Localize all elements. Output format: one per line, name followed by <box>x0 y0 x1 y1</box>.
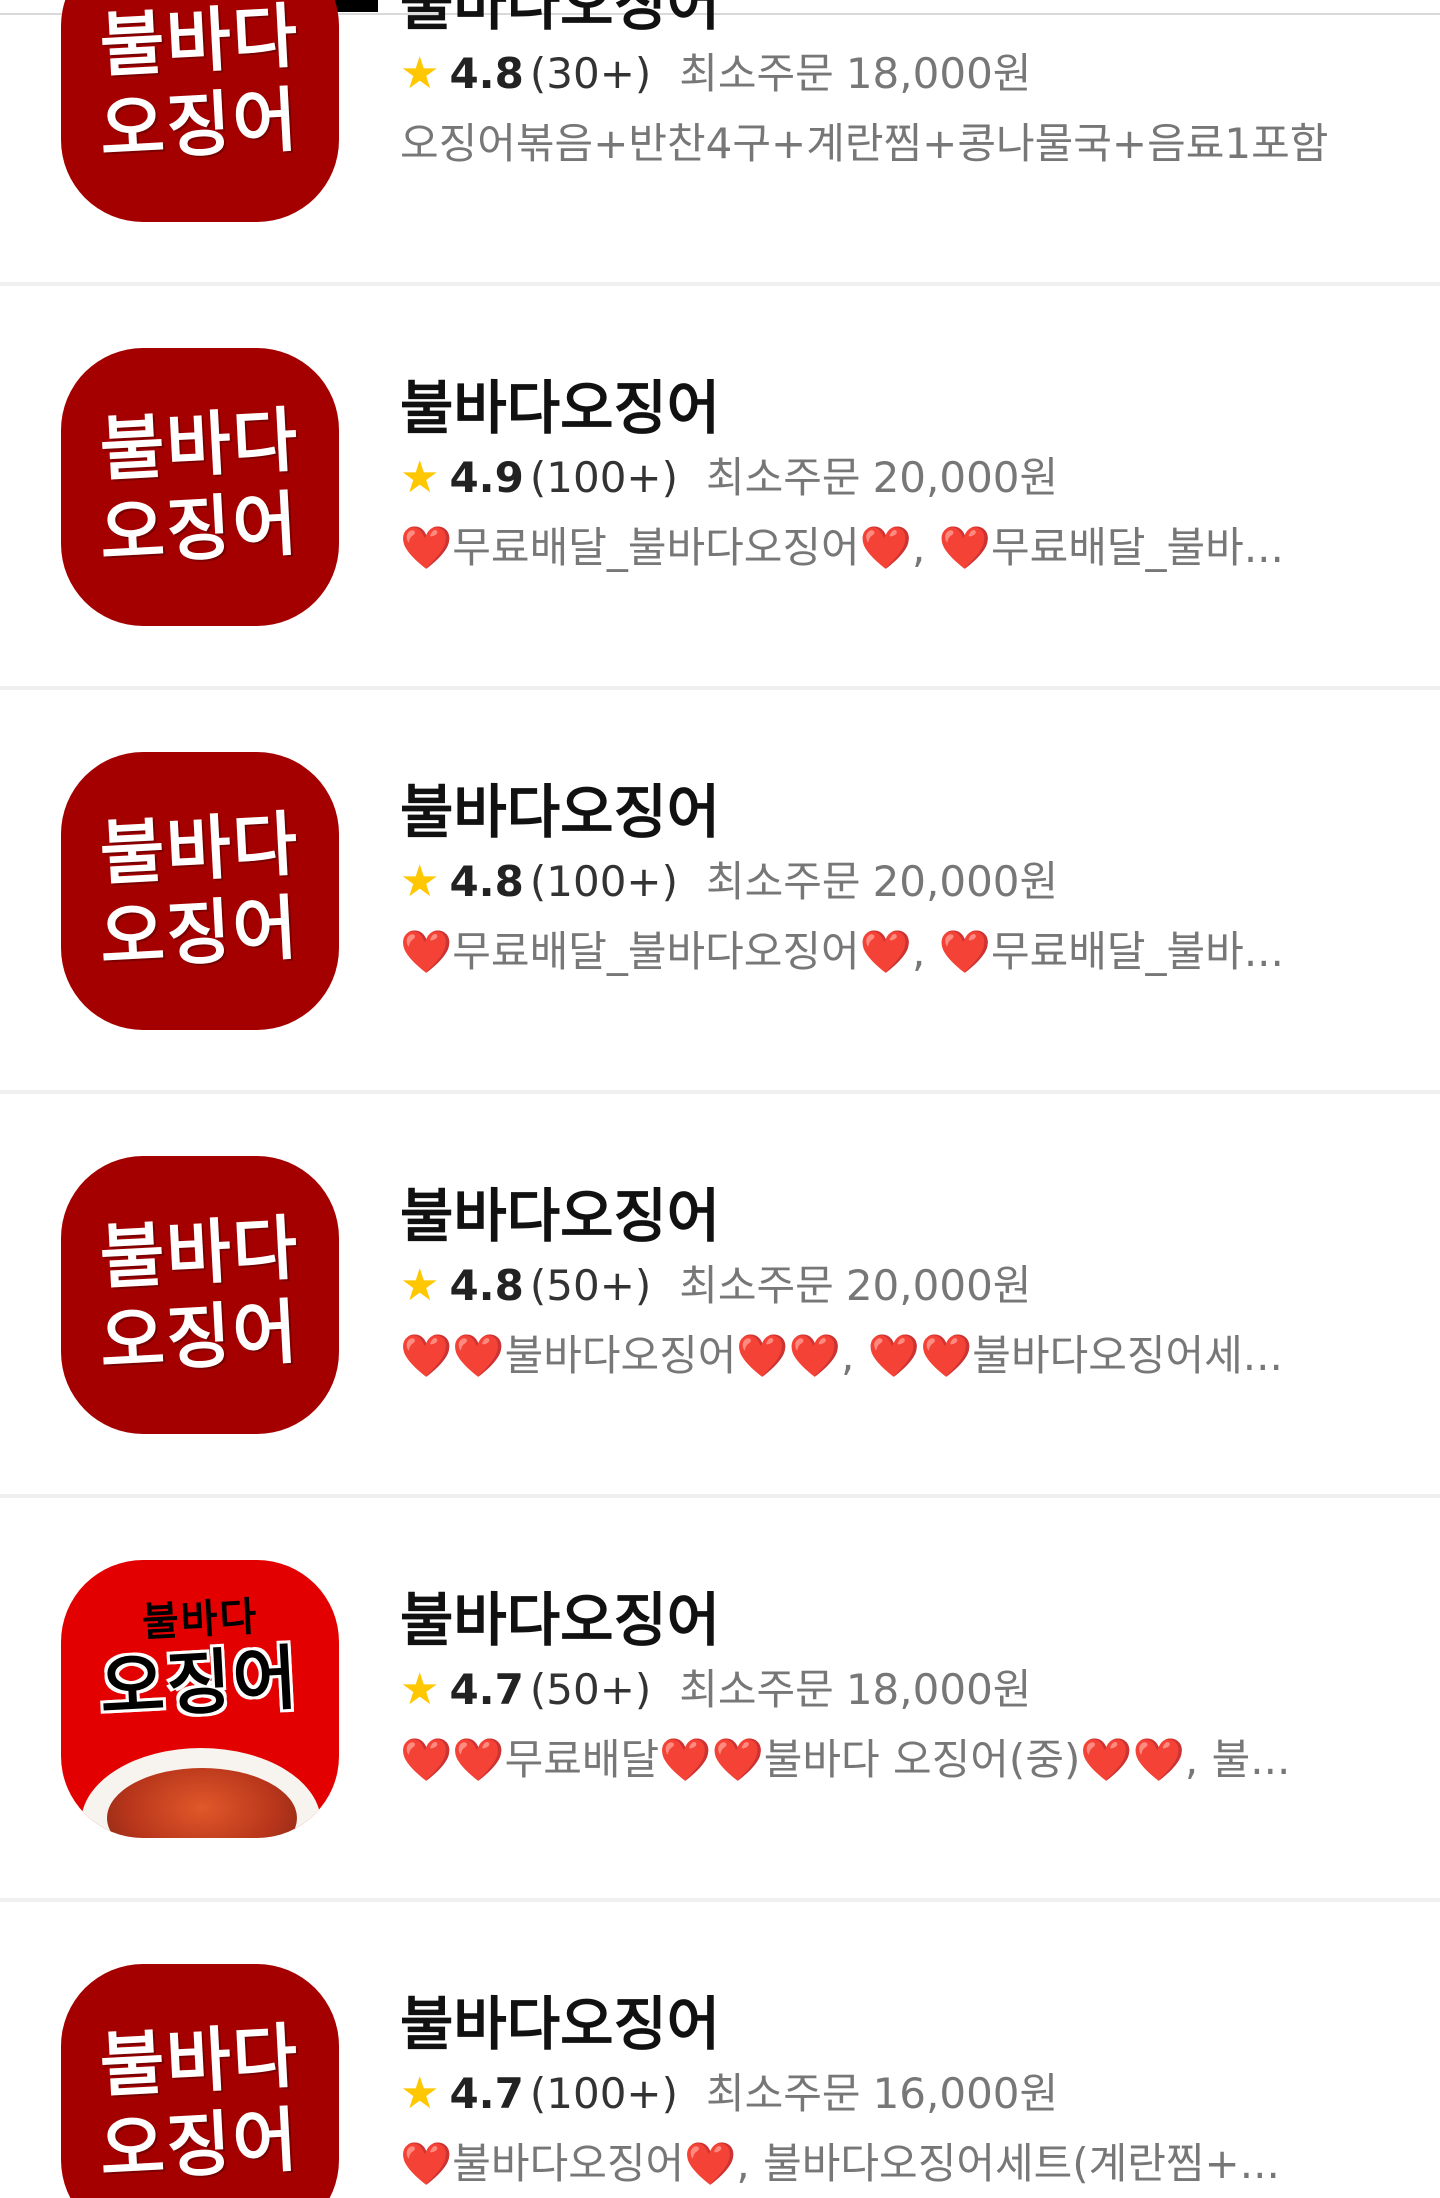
store-meta: ★ 4.9 (100+) 최소주문 20,000원 <box>400 450 1410 506</box>
rating-value: 4.9 <box>449 453 524 502</box>
menu-summary: ❤️불바다오징어❤️, 불바다오징어세트(계란찜+... <box>400 2139 1280 2188</box>
review-count: (100+) <box>529 453 678 502</box>
store-name: 불바다오징어 <box>400 1182 721 1250</box>
store-meta: ★ 4.8 (50+) 최소주문 20,000원 <box>400 1258 1410 1314</box>
menu-summary: 오징어볶음+반찬4구+계란찜+콩나물국+음료1포함 <box>400 119 1329 168</box>
logo-text-line1: 불바다 <box>98 801 302 896</box>
review-count: (100+) <box>529 2069 678 2118</box>
store-name: 불바다오징어 <box>400 1586 721 1654</box>
store-logo: 불바다 오징어 <box>61 1964 339 2198</box>
rating-value: 4.7 <box>449 2069 524 2118</box>
min-order-value: 20,000원 <box>845 1261 1032 1310</box>
store-list-item[interactable]: 불바다 오징어 불바다오징어 ★ 4.7 (100+) 최소주문 16,000원… <box>0 1902 1440 2198</box>
store-meta: ★ 4.7 (100+) 최소주문 16,000원 <box>400 2066 1410 2122</box>
review-count: (50+) <box>529 1665 652 1714</box>
store-meta: ★ 4.7 (50+) 최소주문 18,000원 <box>400 1662 1410 1718</box>
min-order-value: 16,000원 <box>872 2069 1059 2118</box>
logo-text-line1: 불바다 <box>98 2013 302 2108</box>
store-info: 불바다오징어 ★ 4.7 (100+) 최소주문 16,000원 ❤️불바다오징… <box>400 1988 1410 2192</box>
store-logo: 불바다 오징어 <box>61 1560 339 1838</box>
review-count: (50+) <box>529 1261 652 1310</box>
star-icon: ★ <box>400 452 440 503</box>
min-order-value: 18,000원 <box>845 1665 1032 1714</box>
min-order-label: 최소주문 <box>706 2069 861 2118</box>
store-logo: 불바다 오징어 <box>61 348 339 626</box>
store-info: 불바다오징어 ★ 4.8 (30+) 최소주문 18,000원 오징어볶음+반찬… <box>400 0 1410 172</box>
min-order-label: 최소주문 <box>679 49 834 98</box>
review-count: (100+) <box>529 857 678 906</box>
logo-text-line2: 오징어 <box>98 1289 302 1384</box>
logo-text-line2: 오징어 <box>98 2097 302 2192</box>
star-icon: ★ <box>400 2068 440 2119</box>
logo-text-line1: 불바다 <box>98 1205 302 1300</box>
store-logo: 불바다 오징어 <box>61 0 339 222</box>
menu-summary: ❤️❤️불바다오징어❤️❤️, ❤️❤️불바다오징어세... <box>400 1331 1283 1380</box>
store-name: 불바다오징어 <box>400 1990 721 2058</box>
min-order-label: 최소주문 <box>679 1261 834 1310</box>
store-name: 불바다오징어 <box>400 0 721 38</box>
min-order-label: 최소주문 <box>706 857 861 906</box>
store-logo: 불바다 오징어 <box>61 1156 339 1434</box>
logo-text-line2: 오징어 <box>98 481 302 576</box>
min-order-value: 20,000원 <box>872 857 1059 906</box>
rating-value: 4.7 <box>449 1665 524 1714</box>
star-icon: ★ <box>400 1664 440 1715</box>
store-info: 불바다오징어 ★ 4.8 (50+) 최소주문 20,000원 ❤️❤️불바다오… <box>400 1180 1410 1384</box>
logo-text-line2: 오징어 <box>98 885 302 980</box>
store-list-item[interactable]: 불바다 오징어 불바다오징어 ★ 4.8 (50+) 최소주문 20,000원 … <box>0 1094 1440 1498</box>
rating-value: 4.8 <box>449 1261 524 1310</box>
store-meta: ★ 4.8 (30+) 최소주문 18,000원 <box>400 46 1410 102</box>
star-icon: ★ <box>400 1260 440 1311</box>
logo-text-line2: 오징어 <box>98 1635 302 1730</box>
menu-summary: ❤️무료배달_불바다오징어❤️, ❤️무료배달_불바... <box>400 523 1284 572</box>
store-info: 불바다오징어 ★ 4.8 (100+) 최소주문 20,000원 ❤️무료배달_… <box>400 776 1410 980</box>
store-list-item[interactable]: 불바다 오징어 불바다오징어 ★ 4.7 (50+) 최소주문 18,000원 … <box>0 1498 1440 1902</box>
menu-summary: ❤️❤️무료배달❤️❤️불바다 오징어(중)❤️❤️, 불... <box>400 1735 1291 1784</box>
store-info: 불바다오징어 ★ 4.9 (100+) 최소주문 20,000원 ❤️무료배달_… <box>400 372 1410 576</box>
store-list-item[interactable]: 불바다 오징어 불바다오징어 ★ 4.8 (100+) 최소주문 20,000원… <box>0 690 1440 1094</box>
rating-value: 4.8 <box>449 857 524 906</box>
min-order-value: 20,000원 <box>872 453 1059 502</box>
store-info: 불바다오징어 ★ 4.7 (50+) 최소주문 18,000원 ❤️❤️무료배달… <box>400 1584 1410 1788</box>
min-order-value: 18,000원 <box>845 49 1032 98</box>
store-meta: ★ 4.8 (100+) 최소주문 20,000원 <box>400 854 1410 910</box>
star-icon: ★ <box>400 856 440 907</box>
store-name: 불바다오징어 <box>400 778 721 846</box>
rating-value: 4.8 <box>449 49 524 98</box>
min-order-label: 최소주문 <box>679 1665 834 1714</box>
review-count: (30+) <box>529 49 652 98</box>
store-name: 불바다오징어 <box>400 374 721 442</box>
store-list-item[interactable]: 불바다 오징어 불바다오징어 ★ 4.8 (30+) 최소주문 18,000원 … <box>0 0 1440 286</box>
logo-text-line1: 불바다 <box>98 397 302 492</box>
store-list: 불바다 오징어 불바다오징어 ★ 4.8 (30+) 최소주문 18,000원 … <box>0 0 1440 2198</box>
store-list-item[interactable]: 불바다 오징어 불바다오징어 ★ 4.9 (100+) 최소주문 20,000원… <box>0 286 1440 690</box>
logo-text-line1: 불바다 <box>98 0 302 88</box>
logo-text-line2: 오징어 <box>98 77 302 172</box>
star-icon: ★ <box>400 48 440 99</box>
menu-summary: ❤️무료배달_불바다오징어❤️, ❤️무료배달_불바... <box>400 927 1284 976</box>
store-logo: 불바다 오징어 <box>61 752 339 1030</box>
min-order-label: 최소주문 <box>706 453 861 502</box>
